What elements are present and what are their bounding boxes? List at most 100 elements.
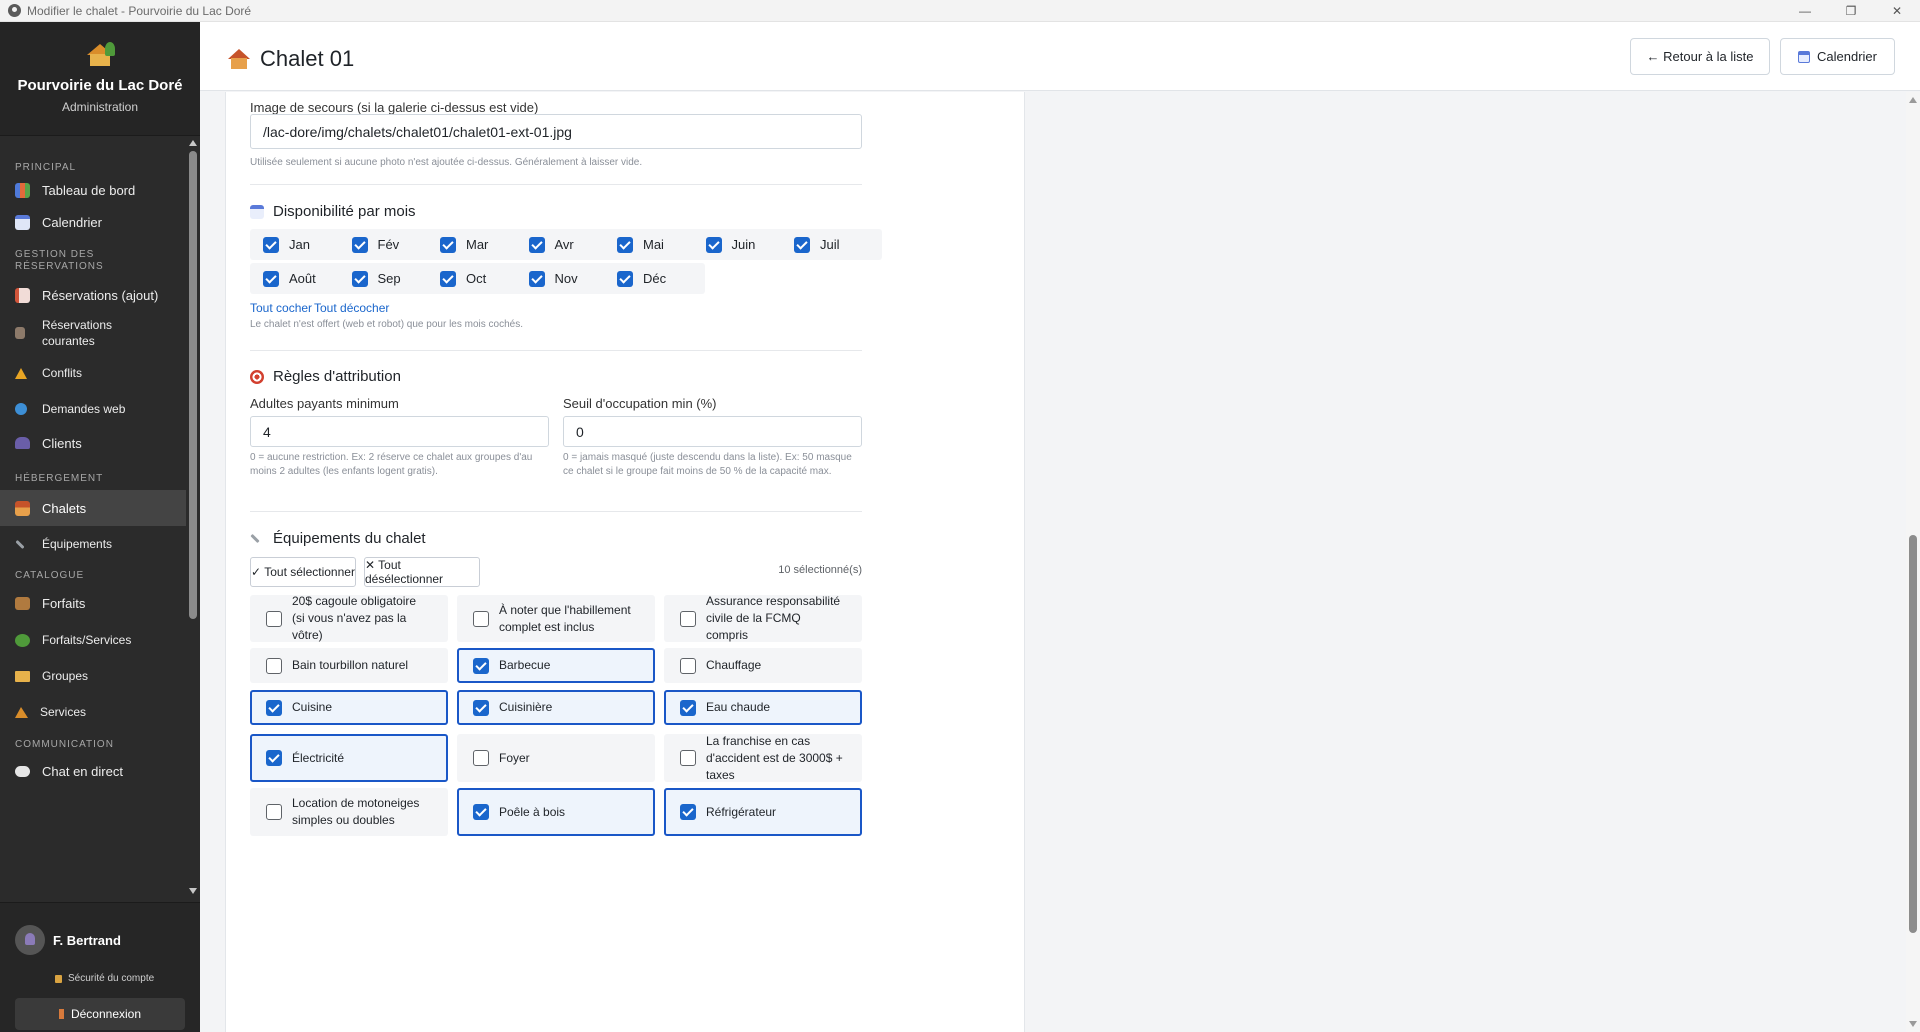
equipment-item[interactable]: Chauffage (664, 648, 862, 683)
checkbox-checked-icon[interactable] (473, 699, 489, 716)
scroll-up-icon[interactable] (1909, 97, 1917, 103)
sidebar-item-label: Tableau de bord (42, 182, 136, 198)
sidebar-item-live-chat[interactable]: Chat en direct (0, 755, 186, 787)
sidebar-item-label: Forfaits/Services (42, 633, 132, 647)
checkbox-unchecked-icon[interactable] (680, 610, 696, 627)
checkbox-checked-icon[interactable] (351, 270, 368, 287)
fallback-image-input[interactable]: /lac-dore/img/chalets/chalet01/chalet01-… (250, 114, 862, 149)
deselect-all-button[interactable]: ✕ Tout désélectionner (364, 557, 480, 587)
checkbox-checked-icon[interactable] (617, 236, 633, 253)
checkbox-checked-icon[interactable] (528, 270, 545, 287)
page-scroll-thumb[interactable] (1909, 535, 1917, 933)
uncheck-all-link[interactable]: Tout décocher (314, 301, 389, 315)
equipment-item[interactable]: Poêle à bois (457, 788, 655, 836)
checkbox-checked-icon[interactable] (263, 270, 279, 287)
checkbox-unchecked-icon[interactable] (266, 804, 282, 820)
checkbox-checked-icon[interactable] (680, 699, 696, 716)
close-icon[interactable]: ✕ (1874, 0, 1920, 22)
month-checkbox[interactable]: Déc (604, 263, 705, 294)
scroll-up-icon[interactable] (189, 140, 197, 146)
checkbox-checked-icon[interactable] (263, 236, 279, 253)
checkbox-checked-icon[interactable] (617, 270, 633, 287)
restore-icon[interactable]: ❐ (1828, 0, 1874, 22)
checkbox-checked-icon[interactable] (680, 804, 696, 820)
checkbox-unchecked-icon[interactable] (473, 610, 489, 627)
checkbox-checked-icon[interactable] (440, 270, 456, 287)
checkbox-checked-icon[interactable] (440, 236, 456, 253)
equipment-item[interactable]: Assurance responsabilité civile de la FC… (664, 594, 862, 642)
checkbox-checked-icon[interactable] (473, 657, 489, 674)
month-checkbox[interactable]: Mai (604, 229, 705, 260)
checkbox-unchecked-icon[interactable] (680, 750, 696, 766)
month-checkbox[interactable]: Juil (781, 229, 882, 260)
sidebar-item-reservations-current[interactable]: Réservations courantes (0, 313, 186, 353)
checkbox-checked-icon[interactable] (528, 236, 545, 253)
checkbox-checked-icon[interactable] (266, 750, 282, 766)
select-all-button[interactable]: ✓ Tout sélectionner (250, 557, 356, 587)
sidebar-item-equipments[interactable]: Équipements (0, 528, 186, 560)
equipment-item[interactable]: La franchise en cas d'accident est de 30… (664, 734, 862, 782)
sidebar-item-conflicts[interactable]: Conflits (0, 358, 186, 388)
sidebar-item-calendar[interactable]: Calendrier (0, 206, 186, 238)
month-checkbox[interactable]: Oct (427, 263, 528, 294)
equipment-item[interactable]: Eau chaude (664, 690, 862, 725)
speech-bubble-icon (15, 765, 30, 777)
checkbox-checked-icon[interactable] (794, 236, 810, 253)
house-icon (228, 49, 250, 69)
month-checkbox[interactable]: Fév (338, 229, 440, 260)
equipment-item[interactable]: 20$ cagoule obligatoire (si vous n'avez … (250, 594, 448, 642)
checkbox-unchecked-icon[interactable] (473, 750, 489, 766)
minimize-icon[interactable]: — (1782, 0, 1828, 22)
scroll-down-icon[interactable] (1909, 1021, 1917, 1027)
sidebar-item-packages[interactable]: Forfaits (0, 587, 186, 619)
month-checkbox[interactable]: Sep (338, 263, 440, 294)
app-icon (8, 4, 21, 17)
sidebar-scrollbar[interactable] (186, 137, 200, 897)
checkbox-checked-icon[interactable] (351, 236, 368, 253)
equipment-item[interactable]: Réfrigérateur (664, 788, 862, 836)
month-label: Avr (554, 237, 574, 252)
checkbox-unchecked-icon[interactable] (266, 610, 282, 627)
checkbox-checked-icon[interactable] (473, 804, 489, 820)
sidebar-item-clients[interactable]: Clients (0, 427, 186, 459)
equipment-item[interactable]: Cuisinière (457, 690, 655, 725)
calendar-button-label: Calendrier (1817, 49, 1877, 64)
equipment-item[interactable]: Électricité (250, 734, 448, 782)
month-checkbox[interactable]: Juin (692, 229, 794, 260)
calendar-button[interactable]: Calendrier (1780, 38, 1895, 75)
equipment-item[interactable]: Cuisine (250, 690, 448, 725)
equipment-item[interactable]: À noter que l'habillement complet est in… (457, 595, 655, 642)
equipment-item[interactable]: Location de motoneiges simples ou double… (250, 788, 448, 836)
equipment-label: À noter que l'habillement complet est in… (499, 602, 631, 634)
month-checkbox[interactable]: Mar (427, 229, 528, 260)
sidebar-item-services[interactable]: Services (0, 697, 186, 727)
equipment-item[interactable]: Bain tourbillon naturel (250, 648, 448, 683)
scroll-down-icon[interactable] (189, 888, 197, 894)
checkbox-unchecked-icon[interactable] (266, 657, 282, 674)
sidebar-item-packages-services[interactable]: Forfaits/Services (0, 625, 186, 655)
min-adults-input[interactable]: 4 (250, 416, 549, 447)
checkbox-unchecked-icon[interactable] (680, 657, 696, 674)
month-checkbox[interactable]: Août (250, 263, 351, 294)
sidebar-item-reservations-add[interactable]: Réservations (ajout) (0, 279, 186, 311)
account-security-link[interactable]: Sécurité du compte (55, 973, 154, 984)
sidebar-item-groups[interactable]: Groupes (0, 661, 186, 691)
calendar-icon (15, 214, 30, 230)
sidebar-item-dashboard[interactable]: Tableau de bord (0, 174, 186, 206)
month-checkbox[interactable]: Nov (515, 263, 617, 294)
checkbox-checked-icon[interactable] (266, 699, 282, 716)
equipment-item[interactable]: Barbecue (457, 648, 655, 683)
logout-button[interactable]: Déconnexion (15, 998, 185, 1030)
sidebar-item-chalets[interactable]: Chalets (0, 490, 186, 526)
sidebar-item-web-requests[interactable]: Demandes web (0, 394, 186, 424)
occupancy-input[interactable]: 0 (563, 416, 862, 447)
back-to-list-button[interactable]: ← Retour à la liste (1630, 38, 1770, 75)
month-checkbox[interactable]: Jan (250, 229, 351, 260)
checkbox-checked-icon[interactable] (705, 236, 722, 253)
equipment-item[interactable]: Foyer (457, 734, 655, 782)
month-checkbox[interactable]: Avr (515, 229, 617, 260)
page-scrollbar[interactable] (1906, 92, 1920, 1032)
lock-icon (55, 974, 62, 983)
sidebar-scroll-thumb[interactable] (189, 151, 197, 619)
check-all-link[interactable]: Tout cocher (250, 301, 312, 315)
